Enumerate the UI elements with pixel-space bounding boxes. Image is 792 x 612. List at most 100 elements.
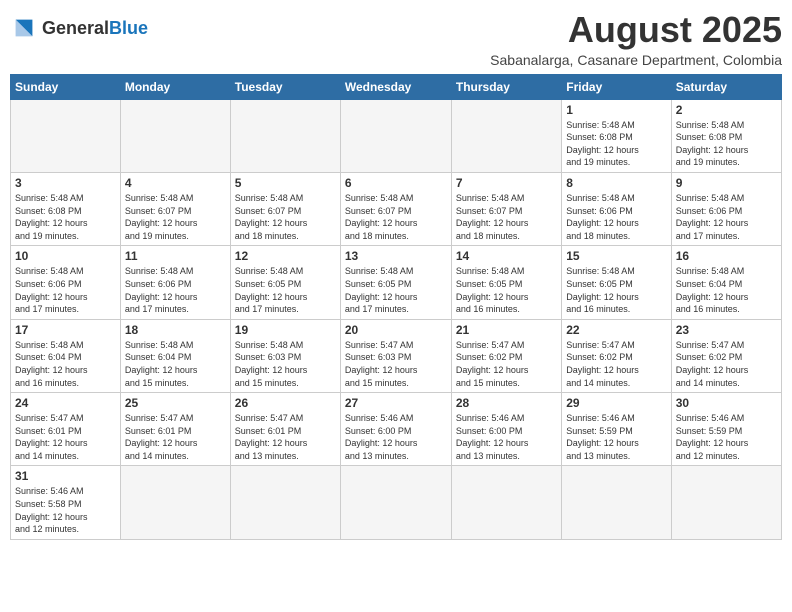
calendar-day-25: 25 Sunrise: 5:47 AM Sunset: 6:01 PM Dayli… <box>120 393 230 466</box>
day-number: 31 <box>15 469 116 483</box>
day-info: Sunrise: 5:48 AM Sunset: 6:07 PM Dayligh… <box>235 192 336 242</box>
calendar-day-empty <box>120 466 230 539</box>
calendar-week-1: 3 Sunrise: 5:48 AM Sunset: 6:08 PM Daylig… <box>11 172 782 245</box>
logo-text: GeneralBlue <box>42 18 148 39</box>
calendar-day-28: 28 Sunrise: 5:46 AM Sunset: 6:00 PM Dayli… <box>451 393 561 466</box>
calendar-week-3: 17 Sunrise: 5:48 AM Sunset: 6:04 PM Dayli… <box>11 319 782 392</box>
calendar-day-empty <box>120 99 230 172</box>
day-info: Sunrise: 5:48 AM Sunset: 6:08 PM Dayligh… <box>566 119 666 169</box>
day-info: Sunrise: 5:48 AM Sunset: 6:04 PM Dayligh… <box>676 265 777 315</box>
calendar-day-13: 13 Sunrise: 5:48 AM Sunset: 6:05 PM Dayli… <box>340 246 451 319</box>
calendar-day-26: 26 Sunrise: 5:47 AM Sunset: 6:01 PM Dayli… <box>230 393 340 466</box>
day-number: 10 <box>15 249 116 263</box>
location-title: Sabanalarga, Casanare Department, Colomb… <box>490 52 782 68</box>
calendar-week-5: 31 Sunrise: 5:46 AM Sunset: 5:58 PM Dayli… <box>11 466 782 539</box>
day-number: 3 <box>15 176 116 190</box>
day-number: 13 <box>345 249 447 263</box>
day-info: Sunrise: 5:48 AM Sunset: 6:06 PM Dayligh… <box>676 192 777 242</box>
day-number: 9 <box>676 176 777 190</box>
day-number: 18 <box>125 323 226 337</box>
day-info: Sunrise: 5:47 AM Sunset: 6:01 PM Dayligh… <box>125 412 226 462</box>
calendar-header-row: SundayMondayTuesdayWednesdayThursdayFrid… <box>11 74 782 99</box>
day-info: Sunrise: 5:47 AM Sunset: 6:01 PM Dayligh… <box>15 412 116 462</box>
calendar-day-7: 7Sunrise: 5:48 AM Sunset: 6:07 PM Daylig… <box>451 172 561 245</box>
day-number: 20 <box>345 323 447 337</box>
calendar-week-2: 10 Sunrise: 5:48 AM Sunset: 6:06 PM Dayli… <box>11 246 782 319</box>
day-header-friday: Friday <box>562 74 671 99</box>
calendar-day-22: 22Sunrise: 5:47 AM Sunset: 6:02 PM Dayli… <box>562 319 671 392</box>
day-info: Sunrise: 5:48 AM Sunset: 6:04 PM Dayligh… <box>125 339 226 389</box>
day-info: Sunrise: 5:46 AM Sunset: 6:00 PM Dayligh… <box>456 412 557 462</box>
day-info: Sunrise: 5:47 AM Sunset: 6:03 PM Dayligh… <box>345 339 447 389</box>
day-number: 25 <box>125 396 226 410</box>
day-number: 4 <box>125 176 226 190</box>
header: GeneralBlue August 2025 Sabanalarga, Cas… <box>10 10 782 68</box>
logo-icon <box>10 14 38 42</box>
day-number: 14 <box>456 249 557 263</box>
day-number: 19 <box>235 323 336 337</box>
day-number: 8 <box>566 176 666 190</box>
day-info: Sunrise: 5:46 AM Sunset: 6:00 PM Dayligh… <box>345 412 447 462</box>
calendar-day-31: 31 Sunrise: 5:46 AM Sunset: 5:58 PM Dayli… <box>11 466 121 539</box>
day-info: Sunrise: 5:48 AM Sunset: 6:06 PM Dayligh… <box>566 192 666 242</box>
calendar-day-empty <box>340 466 451 539</box>
calendar-day-6: 6Sunrise: 5:48 AM Sunset: 6:07 PM Daylig… <box>340 172 451 245</box>
calendar-day-27: 27 Sunrise: 5:46 AM Sunset: 6:00 PM Dayli… <box>340 393 451 466</box>
calendar-day-23: 23 Sunrise: 5:47 AM Sunset: 6:02 PM Dayli… <box>671 319 781 392</box>
day-number: 28 <box>456 396 557 410</box>
day-info: Sunrise: 5:47 AM Sunset: 6:02 PM Dayligh… <box>566 339 666 389</box>
calendar: SundayMondayTuesdayWednesdayThursdayFrid… <box>10 74 782 540</box>
day-number: 27 <box>345 396 447 410</box>
day-number: 15 <box>566 249 666 263</box>
day-header-wednesday: Wednesday <box>340 74 451 99</box>
day-info: Sunrise: 5:48 AM Sunset: 6:05 PM Dayligh… <box>566 265 666 315</box>
day-header-thursday: Thursday <box>451 74 561 99</box>
day-info: Sunrise: 5:48 AM Sunset: 6:06 PM Dayligh… <box>15 265 116 315</box>
day-info: Sunrise: 5:46 AM Sunset: 5:59 PM Dayligh… <box>676 412 777 462</box>
calendar-day-empty <box>340 99 451 172</box>
day-number: 12 <box>235 249 336 263</box>
day-header-tuesday: Tuesday <box>230 74 340 99</box>
calendar-day-11: 11Sunrise: 5:48 AM Sunset: 6:06 PM Dayli… <box>120 246 230 319</box>
calendar-week-4: 24 Sunrise: 5:47 AM Sunset: 6:01 PM Dayli… <box>11 393 782 466</box>
day-info: Sunrise: 5:46 AM Sunset: 5:58 PM Dayligh… <box>15 485 116 535</box>
day-number: 24 <box>15 396 116 410</box>
day-number: 2 <box>676 103 777 117</box>
calendar-day-8: 8 Sunrise: 5:48 AM Sunset: 6:06 PM Daylig… <box>562 172 671 245</box>
calendar-day-5: 5 Sunrise: 5:48 AM Sunset: 6:07 PM Daylig… <box>230 172 340 245</box>
logo: GeneralBlue <box>10 10 148 42</box>
day-header-saturday: Saturday <box>671 74 781 99</box>
calendar-day-empty <box>451 466 561 539</box>
calendar-day-24: 24 Sunrise: 5:47 AM Sunset: 6:01 PM Dayli… <box>11 393 121 466</box>
day-info: Sunrise: 5:47 AM Sunset: 6:01 PM Dayligh… <box>235 412 336 462</box>
day-number: 16 <box>676 249 777 263</box>
calendar-day-21: 21Sunrise: 5:47 AM Sunset: 6:02 PM Dayli… <box>451 319 561 392</box>
calendar-day-14: 14Sunrise: 5:48 AM Sunset: 6:05 PM Dayli… <box>451 246 561 319</box>
calendar-day-9: 9 Sunrise: 5:48 AM Sunset: 6:06 PM Daylig… <box>671 172 781 245</box>
day-info: Sunrise: 5:46 AM Sunset: 5:59 PM Dayligh… <box>566 412 666 462</box>
day-info: Sunrise: 5:47 AM Sunset: 6:02 PM Dayligh… <box>676 339 777 389</box>
calendar-day-1: 1Sunrise: 5:48 AM Sunset: 6:08 PM Daylig… <box>562 99 671 172</box>
day-info: Sunrise: 5:48 AM Sunset: 6:08 PM Dayligh… <box>15 192 116 242</box>
day-header-sunday: Sunday <box>11 74 121 99</box>
calendar-day-empty <box>230 99 340 172</box>
day-number: 21 <box>456 323 557 337</box>
calendar-day-20: 20 Sunrise: 5:47 AM Sunset: 6:03 PM Dayli… <box>340 319 451 392</box>
calendar-day-empty <box>451 99 561 172</box>
day-info: Sunrise: 5:48 AM Sunset: 6:07 PM Dayligh… <box>456 192 557 242</box>
day-number: 23 <box>676 323 777 337</box>
calendar-day-17: 17Sunrise: 5:48 AM Sunset: 6:04 PM Dayli… <box>11 319 121 392</box>
month-title: August 2025 <box>490 10 782 50</box>
calendar-day-18: 18 Sunrise: 5:48 AM Sunset: 6:04 PM Dayli… <box>120 319 230 392</box>
calendar-day-15: 15 Sunrise: 5:48 AM Sunset: 6:05 PM Dayli… <box>562 246 671 319</box>
day-info: Sunrise: 5:48 AM Sunset: 6:03 PM Dayligh… <box>235 339 336 389</box>
day-number: 5 <box>235 176 336 190</box>
day-number: 17 <box>15 323 116 337</box>
day-info: Sunrise: 5:48 AM Sunset: 6:08 PM Dayligh… <box>676 119 777 169</box>
title-area: August 2025 Sabanalarga, Casanare Depart… <box>490 10 782 68</box>
day-info: Sunrise: 5:48 AM Sunset: 6:07 PM Dayligh… <box>125 192 226 242</box>
day-info: Sunrise: 5:48 AM Sunset: 6:05 PM Dayligh… <box>345 265 447 315</box>
calendar-day-4: 4 Sunrise: 5:48 AM Sunset: 6:07 PM Daylig… <box>120 172 230 245</box>
calendar-day-29: 29Sunrise: 5:46 AM Sunset: 5:59 PM Dayli… <box>562 393 671 466</box>
day-number: 26 <box>235 396 336 410</box>
